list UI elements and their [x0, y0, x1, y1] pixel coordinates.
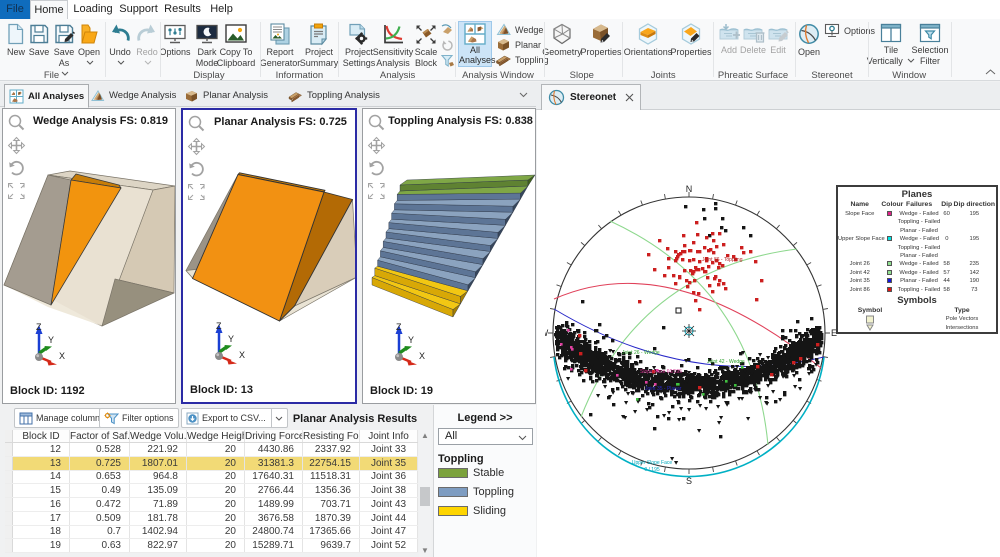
svg-text:X: X — [239, 350, 245, 360]
svg-text:Joint 26 - Wedge: Joint 26 - Wedge — [622, 350, 660, 356]
svg-text:X: X — [419, 351, 425, 361]
svg-text:Joint 86 - Toppling: Joint 86 - Toppling — [702, 257, 743, 263]
svg-text:0 / 195: 0 / 195 — [644, 467, 660, 473]
svg-text:N: N — [686, 184, 693, 194]
svg-text:Z: Z — [396, 322, 402, 332]
svg-text:S: S — [686, 476, 692, 486]
svg-text:Joint 42 - Wedge: Joint 42 - Wedge — [707, 359, 745, 365]
svg-text:W: W — [545, 328, 549, 338]
svg-text:Z: Z — [216, 321, 222, 331]
svg-text:Slope Face 60/195: Slope Face 60/195 — [640, 369, 682, 375]
svg-text:Z: Z — [36, 322, 42, 332]
svg-text:X: X — [59, 351, 65, 361]
svg-text:Y: Y — [48, 335, 54, 345]
svg-text:Y: Y — [228, 334, 234, 344]
svg-text:Upper Slope Face: Upper Slope Face — [632, 460, 673, 466]
svg-text:Joint 35 - Planar: Joint 35 - Planar — [645, 386, 682, 392]
svg-text:Y: Y — [408, 335, 414, 345]
